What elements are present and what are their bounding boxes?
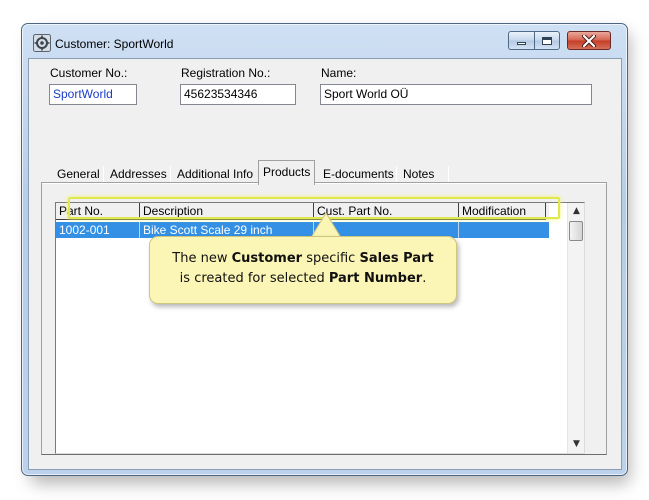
scroll-down-arrow-icon[interactable]: ▼ bbox=[568, 436, 585, 453]
vertical-scrollbar[interactable]: ▲ ▼ bbox=[567, 203, 584, 453]
tab-separator bbox=[448, 166, 449, 182]
registration-no-label: Registration No.: bbox=[181, 66, 271, 80]
callout-text: . bbox=[422, 271, 427, 286]
callout-text: specific bbox=[302, 251, 360, 266]
window-title: Customer: SportWorld bbox=[55, 37, 174, 51]
tab-addresses[interactable]: Addresses bbox=[110, 164, 167, 184]
name-label: Name: bbox=[321, 66, 357, 80]
title-bar[interactable]: Customer: SportWorld bbox=[22, 24, 627, 57]
registration-no-field[interactable]: 45623534346 bbox=[180, 84, 296, 105]
scroll-up-arrow-icon[interactable]: ▲ bbox=[568, 203, 585, 220]
customer-no-field[interactable]: SportWorld bbox=[49, 84, 137, 105]
callout-text: The new bbox=[172, 251, 232, 266]
minimize-button[interactable] bbox=[508, 31, 534, 50]
tab-notes[interactable]: Notes bbox=[403, 164, 434, 184]
minimize-icon bbox=[517, 42, 526, 45]
cell-part-no[interactable]: 1002-001 bbox=[56, 222, 140, 238]
callout-bold-text: Customer bbox=[231, 251, 303, 266]
scroll-thumb[interactable] bbox=[569, 221, 583, 241]
tab-e-documents[interactable]: E-documents bbox=[323, 164, 394, 184]
close-icon bbox=[582, 34, 596, 47]
callout-bold-text: Part Number bbox=[328, 271, 423, 286]
close-button[interactable] bbox=[567, 31, 611, 50]
name-field[interactable]: Sport World OÜ bbox=[320, 84, 592, 105]
tab-separator bbox=[396, 166, 397, 182]
maximize-icon bbox=[542, 36, 552, 45]
tab-products[interactable]: Products bbox=[258, 160, 316, 185]
callout-bold-text: Sales Part bbox=[359, 251, 434, 266]
tab-additional-info[interactable]: Additional Info bbox=[177, 164, 253, 184]
callout-line-2: is created for selected Part Number. bbox=[150, 269, 456, 289]
callout-note: The new Customer specific Sales Part is … bbox=[149, 236, 457, 304]
tab-separator bbox=[170, 166, 171, 182]
callout-text: is created for selected bbox=[179, 271, 329, 286]
app-icon bbox=[33, 34, 51, 52]
tab-general[interactable]: General bbox=[57, 164, 100, 184]
customer-no-label: Customer No.: bbox=[50, 66, 128, 80]
cell-modification[interactable] bbox=[459, 222, 549, 238]
callout-line-1: The new Customer specific Sales Part bbox=[150, 249, 456, 269]
tab-separator bbox=[103, 166, 104, 182]
maximize-button[interactable] bbox=[534, 31, 560, 50]
